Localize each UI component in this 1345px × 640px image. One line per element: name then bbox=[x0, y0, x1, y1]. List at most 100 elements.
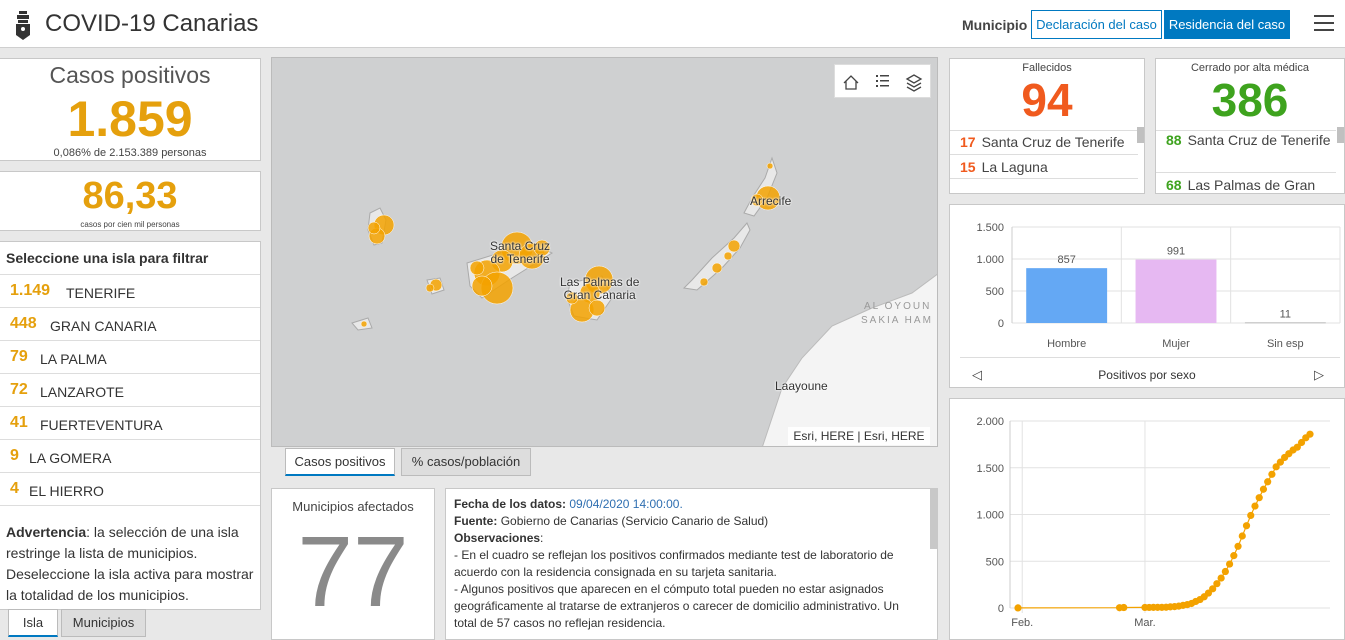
observaciones-label: Observaciones bbox=[454, 531, 541, 545]
fuente-label: Fuente: bbox=[454, 514, 498, 528]
legend-list-icon[interactable] bbox=[876, 75, 889, 87]
data-point bbox=[1242, 522, 1251, 530]
data-point bbox=[1306, 430, 1314, 438]
sex-chart: 0 500 1.000 1.500 857 Hombre 991 Mujer 11 Sin esp bbox=[976, 222, 1341, 350]
island-name: LA PALMA bbox=[40, 351, 107, 367]
residencia-button[interactable]: Residencia del caso bbox=[1164, 10, 1290, 39]
island-row-tenerife[interactable]: 1.149 TENERIFE bbox=[0, 274, 260, 307]
island-row-fuerteventura[interactable]: 41 FUERTEVENTURA bbox=[0, 406, 260, 439]
island-count: 4 bbox=[10, 480, 19, 497]
island-list-panel: Seleccione una isla para filtrar 1.149 T… bbox=[0, 241, 261, 610]
island-row-la-palma[interactable]: 79 LA PALMA bbox=[0, 340, 260, 373]
rate-value: 86,33 bbox=[82, 175, 178, 217]
tab-casos-positivos[interactable]: Casos positivos bbox=[285, 448, 395, 476]
alta-row[interactable]: 88 Santa Cruz de Tenerife bbox=[1156, 130, 1336, 172]
tab-municipios[interactable]: Municipios bbox=[61, 609, 146, 637]
data-point bbox=[1251, 502, 1259, 510]
casos-subtitle: 0,086% de 2.153.389 personas bbox=[53, 147, 207, 159]
island-row-lanzarote[interactable]: 72 LANZAROTE bbox=[0, 373, 260, 406]
municipios-title: Municipios afectados bbox=[292, 499, 414, 514]
data-point bbox=[1225, 560, 1234, 568]
africa-landmass bbox=[762, 273, 937, 446]
app-title: COVID-19 Canarias bbox=[45, 10, 259, 37]
map-label-las-palmas: Las Palmas de Gran Canaria bbox=[560, 275, 640, 302]
map-attribution: Esri, HERE | Esri, HERE bbox=[788, 427, 930, 445]
fuente-value: Gobierno de Canarias (Servicio Canario d… bbox=[500, 514, 769, 528]
bar bbox=[1026, 268, 1108, 323]
island-count: 41 bbox=[10, 414, 28, 431]
time-chart: 0 500 1.000 1.500 2.000 Feb. Mar. bbox=[976, 416, 1330, 629]
island-list-header: Seleccione una isla para filtrar bbox=[6, 250, 209, 266]
case-bubbles bbox=[360, 162, 781, 328]
bar bbox=[1244, 322, 1326, 324]
island-row-gran-canaria[interactable]: 448 GRAN CANARIA bbox=[0, 307, 260, 340]
x-tick-label: Mujer bbox=[1162, 338, 1190, 350]
sex-chart-panel: 0 500 1.000 1.500 857 Hombre 991 Mujer 11 Sin esp… bbox=[949, 204, 1345, 388]
header: COVID-19 Canarias Municipio Declaración … bbox=[0, 0, 1345, 48]
alta-panel: Cerrado por alta médica 386 88 Santa Cruz… bbox=[1155, 58, 1345, 194]
map[interactable]: Santa Cruz de Tenerife Las Palmas de Gra… bbox=[271, 57, 938, 447]
bar bbox=[1135, 259, 1217, 323]
map-label-sakia: SAKIA HAM bbox=[861, 315, 933, 326]
island-row-la-gomera[interactable]: 9 LA GOMERA bbox=[0, 439, 260, 472]
municipio-label: Municipio bbox=[962, 17, 1028, 33]
fallecidos-row[interactable]: 15 La Laguna bbox=[950, 154, 1138, 178]
fallecidos-row[interactable]: 17 Santa Cruz de Tenerife bbox=[950, 130, 1138, 154]
data-point bbox=[1264, 478, 1272, 486]
info-scrollbar[interactable] bbox=[930, 489, 937, 549]
tab-casos-poblacion[interactable]: % casos/población bbox=[401, 448, 531, 476]
island-count: 448 bbox=[10, 315, 37, 332]
bar-value-label: 991 bbox=[1167, 246, 1185, 258]
island-row-el-hierro[interactable]: 4 EL HIERRO bbox=[0, 472, 260, 505]
layers-icon[interactable] bbox=[905, 74, 923, 92]
data-point bbox=[1014, 604, 1022, 612]
bar-value-label: 11 bbox=[1280, 308, 1291, 320]
data-point bbox=[1217, 574, 1225, 582]
home-icon[interactable] bbox=[843, 75, 859, 90]
data-point bbox=[1259, 485, 1268, 493]
island-count: 72 bbox=[10, 381, 28, 398]
fallecidos-value: 94 bbox=[1021, 74, 1073, 126]
divider bbox=[0, 505, 260, 506]
data-point bbox=[1255, 494, 1263, 502]
x-tick-label: Sin esp bbox=[1267, 338, 1304, 350]
data-point bbox=[1120, 603, 1128, 612]
y-tick-label: 1.000 bbox=[976, 510, 1004, 522]
y-tick-label: 500 bbox=[986, 556, 1004, 568]
fallecidos-row-partial bbox=[950, 178, 1138, 193]
map-canvas[interactable] bbox=[272, 58, 938, 447]
island-name: TENERIFE bbox=[66, 285, 136, 301]
municipios-value: 77 bbox=[297, 516, 409, 628]
fallecidos-panel: Fallecidos 94 17 Santa Cruz de Tenerife 1… bbox=[949, 58, 1145, 194]
tab-isla[interactable]: Isla bbox=[8, 609, 58, 637]
y-tick-label: 0 bbox=[998, 603, 1004, 615]
fallecidos-scrollbar[interactable] bbox=[1137, 127, 1144, 143]
casos-value: 1.859 bbox=[67, 91, 193, 147]
y-tick-label: 1.500 bbox=[976, 463, 1004, 475]
x-tick-label: Feb. bbox=[1011, 617, 1033, 629]
series-line bbox=[1017, 433, 1311, 609]
island-name: GRAN CANARIA bbox=[50, 318, 157, 334]
observacion-2: - Algunos positivos que aparecen en el c… bbox=[454, 582, 899, 630]
island-count: 79 bbox=[10, 348, 28, 365]
alta-row[interactable]: 68 Las Palmas de Gran bbox=[1156, 172, 1336, 193]
map-label-arrecife: Arrecife bbox=[750, 194, 792, 208]
info-text: Fecha de los datos: 09/04/2020 14:00:00.… bbox=[454, 496, 914, 632]
alta-scrollbar[interactable] bbox=[1337, 127, 1344, 143]
menu-icon[interactable] bbox=[1314, 15, 1334, 33]
municipios-panel: Municipios afectados 77 bbox=[271, 488, 435, 640]
data-point bbox=[1238, 532, 1246, 540]
map-label-laayoune: Laayoune bbox=[775, 379, 828, 393]
declaracion-button[interactable]: Declaración del caso bbox=[1031, 10, 1162, 39]
data-point bbox=[1230, 552, 1238, 560]
map-label-santa-cruz: Santa Cruz de Tenerife bbox=[490, 239, 551, 266]
chevron-right-icon[interactable]: ▷ bbox=[1314, 367, 1324, 383]
y-tick-label: 0 bbox=[998, 318, 1004, 330]
y-tick-label: 1.500 bbox=[976, 222, 1004, 234]
x-tick-label: Hombre bbox=[1047, 338, 1086, 350]
casos-title: Casos positivos bbox=[49, 62, 211, 88]
fecha-value: 09/04/2020 14:00:00. bbox=[569, 497, 683, 511]
rate-subtitle: casos por cien mil personas bbox=[80, 220, 180, 229]
x-tick-label: Mar. bbox=[1134, 617, 1155, 629]
data-point bbox=[1221, 567, 1229, 576]
